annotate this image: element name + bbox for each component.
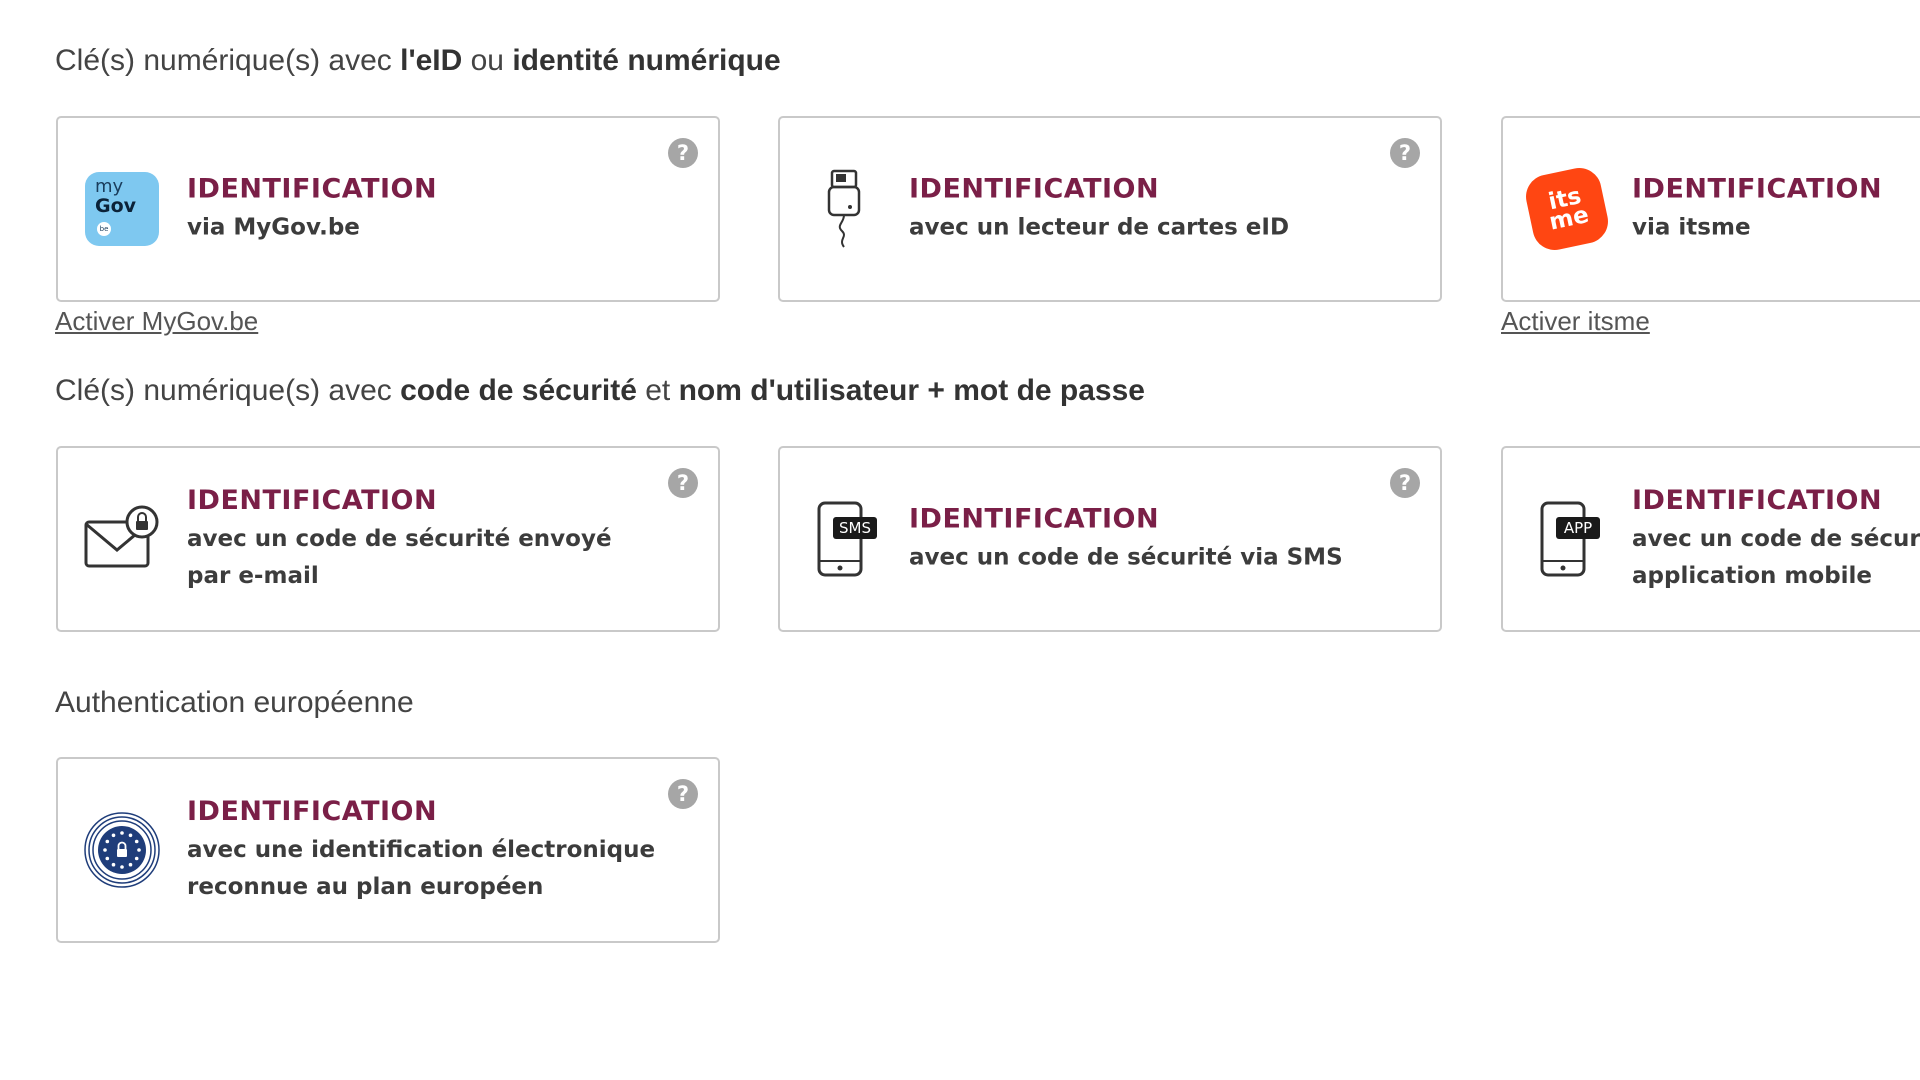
phone-app-badge: APP: [1564, 519, 1592, 537]
card-sms-title: IDENTIFICATION: [909, 503, 1160, 535]
card-itsme[interactable]: its me IDENTIFICATION via itsme: [1501, 116, 1920, 302]
section-heading-eid-prefix: Clé(s) numérique(s) avec: [55, 44, 401, 77]
card-mygov-title: IDENTIFICATION: [187, 173, 438, 205]
card-email[interactable]: IDENTIFICATION avec un code de sécurité …: [56, 446, 720, 632]
section-heading-code-mid: et: [636, 374, 679, 407]
mygov-logo: my Gov be: [82, 169, 162, 249]
card-eidas[interactable]: IDENTIFICATION avec une identification é…: [56, 757, 720, 943]
card-app-subtitle: avec un code de sécurité via une applica…: [1632, 526, 1920, 589]
help-icon[interactable]: ?: [668, 138, 698, 168]
card-mygov[interactable]: my Gov be IDENTIFICATION via MyGov.be ?: [56, 116, 720, 302]
card-eidas-title: IDENTIFICATION: [187, 796, 438, 827]
section-heading-code-prefix: Clé(s) numérique(s) avec: [55, 374, 401, 407]
help-icon[interactable]: ?: [668, 468, 698, 498]
eu-eidas-icon: [82, 810, 162, 890]
phone-sms-icon: SMS: [804, 499, 884, 579]
card-itsme-text: IDENTIFICATION via itsme: [1632, 172, 1920, 247]
card-email-text: IDENTIFICATION avec un code de sécurité …: [187, 483, 657, 595]
card-mygov-subtitle: via MyGov.be: [187, 214, 360, 241]
card-eid-reader-title: IDENTIFICATION: [909, 173, 1160, 205]
mygov-logo-gov: Gov: [95, 195, 137, 217]
page: Clé(s) numérique(s) avec l'eID ou identi…: [0, 0, 1920, 1080]
card-reader-icon: [804, 169, 884, 249]
section-heading-code-bold1: code de sécurité: [400, 374, 637, 407]
activate-mygov-link[interactable]: Activer MyGov.be: [55, 306, 258, 337]
itsme-logo: its me: [1521, 163, 1613, 255]
mygov-logo-my: my: [95, 176, 124, 197]
card-app[interactable]: APP IDENTIFICATION avec un code de sécur…: [1501, 446, 1920, 632]
activate-itsme-link[interactable]: Activer itsme: [1501, 306, 1650, 337]
card-sms-text: IDENTIFICATION avec un code de sécurité …: [909, 502, 1379, 577]
card-mygov-text: IDENTIFICATION via MyGov.be: [187, 172, 657, 247]
card-eid-reader-text: IDENTIFICATION avec un lecteur de cartes…: [909, 172, 1379, 247]
section-heading-code: Clé(s) numérique(s) avec code de sécurit…: [55, 374, 1145, 408]
card-email-title: IDENTIFICATION: [187, 485, 438, 516]
phone-sms-badge: SMS: [839, 519, 871, 537]
mygov-logo-be: be: [97, 222, 111, 236]
section-heading-eid-bold2: identité numérique: [512, 44, 781, 77]
section-heading-europe: Authentication européenne: [55, 686, 414, 719]
section-heading-eid: Clé(s) numérique(s) avec l'eID ou identi…: [55, 44, 781, 78]
card-sms-subtitle: avec un code de sécurité via SMS: [909, 544, 1343, 571]
card-email-subtitle: avec un code de sécurité envoyé par e-ma…: [187, 526, 612, 589]
section-heading-eid-mid: ou: [462, 44, 513, 77]
help-icon[interactable]: ?: [1390, 468, 1420, 498]
card-itsme-subtitle: via itsme: [1632, 214, 1751, 241]
card-eid-reader[interactable]: IDENTIFICATION avec un lecteur de cartes…: [778, 116, 1442, 302]
card-eidas-subtitle: avec une identification électronique rec…: [187, 837, 656, 900]
card-app-title: IDENTIFICATION: [1632, 485, 1883, 516]
card-itsme-title: IDENTIFICATION: [1632, 173, 1883, 205]
help-icon[interactable]: ?: [1390, 138, 1420, 168]
phone-app-icon: APP: [1527, 499, 1607, 579]
help-icon[interactable]: ?: [668, 779, 698, 809]
envelope-lock-icon: [82, 499, 162, 579]
card-eid-reader-subtitle: avec un lecteur de cartes eID: [909, 214, 1290, 241]
card-app-text: IDENTIFICATION avec un code de sécurité …: [1632, 483, 1920, 595]
card-sms[interactable]: SMS IDENTIFICATION avec un code de sécur…: [778, 446, 1442, 632]
card-eidas-text: IDENTIFICATION avec une identification é…: [187, 794, 657, 906]
section-heading-code-bold2: nom d'utilisateur + mot de passe: [678, 374, 1145, 407]
section-heading-eid-bold1: l'eID: [400, 44, 463, 77]
itsme-logo-me: me: [1547, 201, 1592, 236]
